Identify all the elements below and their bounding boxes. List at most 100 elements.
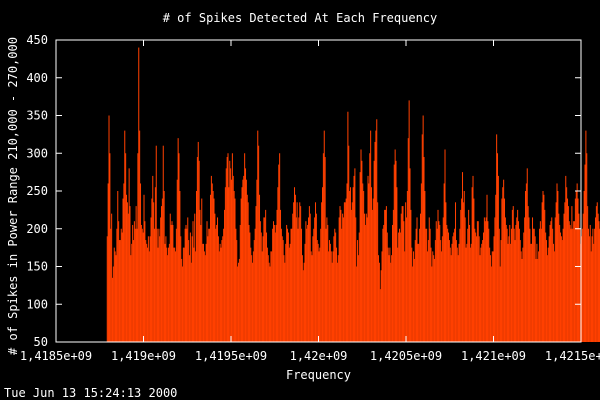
bar xyxy=(413,251,415,342)
bar xyxy=(220,247,222,343)
bar xyxy=(289,243,291,342)
bar xyxy=(566,187,568,342)
bar xyxy=(520,251,522,342)
bar xyxy=(255,206,257,342)
bar xyxy=(311,255,313,342)
bar xyxy=(379,289,381,342)
bar xyxy=(360,149,362,342)
bar xyxy=(549,224,551,342)
bar xyxy=(392,209,394,343)
bar xyxy=(128,168,130,342)
bar xyxy=(240,198,242,342)
bar xyxy=(461,198,463,342)
x-tick-label: 1,419e+09 xyxy=(111,349,176,363)
y-tick-label: 50 xyxy=(34,335,48,349)
bar xyxy=(458,243,460,342)
bar xyxy=(135,206,137,342)
bar xyxy=(283,255,285,342)
bar xyxy=(484,221,486,342)
bar xyxy=(154,228,156,342)
bar xyxy=(290,228,292,342)
bar xyxy=(327,224,329,342)
bar xyxy=(316,240,318,342)
bar xyxy=(384,209,386,343)
bar xyxy=(134,228,136,342)
bar xyxy=(217,217,219,342)
bar xyxy=(475,232,477,342)
bar xyxy=(231,179,233,342)
bar xyxy=(119,240,121,342)
bar xyxy=(387,247,389,343)
x-tick-label: 1,4195e+09 xyxy=(195,349,267,363)
bar xyxy=(486,194,488,342)
bar xyxy=(276,209,278,343)
bar xyxy=(272,228,274,342)
bar xyxy=(571,206,573,342)
bar xyxy=(206,221,208,342)
bar xyxy=(539,221,541,342)
bar xyxy=(427,240,429,342)
bar xyxy=(412,266,414,342)
bar xyxy=(350,209,352,343)
bar xyxy=(405,202,407,342)
bar xyxy=(106,236,108,342)
bar xyxy=(509,224,511,342)
bar xyxy=(148,251,150,342)
bar xyxy=(585,130,587,342)
bar xyxy=(570,228,572,342)
bar xyxy=(337,255,339,342)
bar xyxy=(375,130,377,342)
bar xyxy=(386,232,388,342)
bar xyxy=(567,198,569,342)
bar xyxy=(528,217,530,342)
bar xyxy=(539,228,541,342)
bar xyxy=(142,232,144,342)
bar xyxy=(284,262,286,342)
bar xyxy=(144,221,146,342)
bar xyxy=(109,153,111,342)
bar xyxy=(265,209,267,343)
bar xyxy=(156,228,158,342)
bar xyxy=(448,240,450,342)
bar xyxy=(112,266,114,342)
y-axis-label: # of Spikes in Power Range 210,000 - 270… xyxy=(6,37,20,355)
bar xyxy=(443,183,445,342)
bar xyxy=(117,191,119,342)
bar xyxy=(456,247,458,343)
bar xyxy=(515,224,517,342)
bar xyxy=(594,228,596,342)
bar xyxy=(436,228,438,342)
bar xyxy=(472,175,474,342)
bar xyxy=(349,191,351,342)
bar xyxy=(243,175,245,342)
bar xyxy=(112,277,114,342)
bar xyxy=(481,243,483,342)
bar xyxy=(191,236,193,342)
bar xyxy=(492,251,494,342)
bar xyxy=(511,228,513,342)
bar xyxy=(437,209,439,343)
bar xyxy=(551,217,553,342)
bar xyxy=(194,213,196,342)
bar xyxy=(326,217,328,342)
bar xyxy=(334,228,336,342)
bar xyxy=(308,217,310,342)
bar xyxy=(295,217,297,342)
bar xyxy=(343,217,345,342)
bar xyxy=(181,258,183,342)
y-tick-label: 300 xyxy=(26,146,48,160)
bar xyxy=(173,247,175,343)
bar xyxy=(370,130,372,342)
bar xyxy=(118,221,120,342)
bar xyxy=(264,217,266,342)
bar xyxy=(401,206,403,342)
bar xyxy=(232,175,234,342)
bar xyxy=(391,255,393,342)
bar xyxy=(353,175,355,342)
bar xyxy=(362,183,364,342)
bar xyxy=(221,240,223,342)
bar xyxy=(478,236,480,342)
bar xyxy=(457,255,459,342)
bar xyxy=(253,240,255,342)
bar xyxy=(308,206,310,342)
